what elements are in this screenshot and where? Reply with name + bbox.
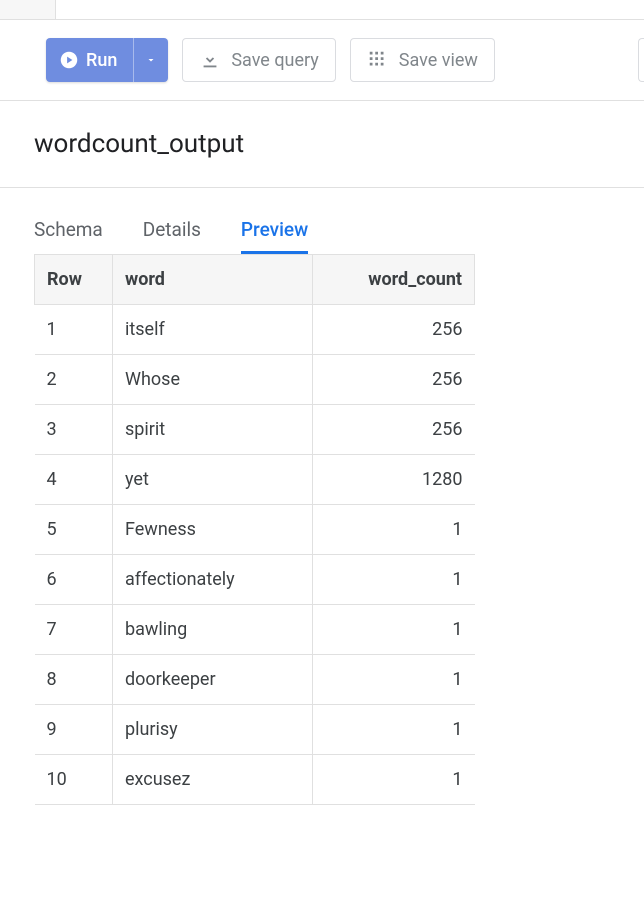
save-query-label: Save query [231, 50, 318, 71]
save-view-label: Save view [399, 50, 478, 71]
table-row: 9plurisy1 [35, 705, 475, 755]
run-dropdown-button[interactable] [134, 38, 168, 82]
cell-rownum: 9 [35, 705, 113, 755]
col-header-row: Row [35, 255, 113, 305]
toolbar-overflow-button[interactable] [638, 38, 644, 82]
cell-word: Whose [113, 355, 313, 405]
table-row: 1itself256 [35, 305, 475, 355]
play-icon [60, 51, 78, 69]
cell-word-count: 1 [313, 705, 475, 755]
result-tabs: Schema Details Preview [0, 188, 644, 254]
tab-preview[interactable]: Preview [241, 218, 308, 254]
grid-icon [367, 49, 389, 71]
table-row: 6affectionately1 [35, 555, 475, 605]
table-row: 3spirit256 [35, 405, 475, 455]
cell-word-count: 1280 [313, 455, 475, 505]
cell-word-count: 256 [313, 305, 475, 355]
cell-word: plurisy [113, 705, 313, 755]
cell-word: spirit [113, 405, 313, 455]
cell-word-count: 1 [313, 505, 475, 555]
toolbar: Run Save query Save view [0, 20, 644, 101]
cell-word: affectionately [113, 555, 313, 605]
cell-rownum: 7 [35, 605, 113, 655]
editor-tab-strip [0, 0, 644, 20]
cell-rownum: 1 [35, 305, 113, 355]
cell-word: yet [113, 455, 313, 505]
table-row: 7bawling1 [35, 605, 475, 655]
col-header-word: word [113, 255, 313, 305]
cell-rownum: 2 [35, 355, 113, 405]
table-row: 5Fewness1 [35, 505, 475, 555]
download-icon [199, 49, 221, 71]
tab-details[interactable]: Details [143, 218, 201, 254]
cell-word-count: 1 [313, 555, 475, 605]
table-row: 8doorkeeper1 [35, 655, 475, 705]
caret-down-icon [145, 54, 157, 66]
cell-rownum: 4 [35, 455, 113, 505]
run-button[interactable]: Run [46, 38, 134, 82]
preview-table: Row word word_count 1itself2562Whose2563… [34, 254, 475, 805]
cell-rownum: 3 [35, 405, 113, 455]
cell-word-count: 256 [313, 405, 475, 455]
cell-rownum: 5 [35, 505, 113, 555]
cell-rownum: 6 [35, 555, 113, 605]
cell-rownum: 10 [35, 755, 113, 805]
page-title: wordcount_output [34, 129, 644, 159]
cell-word: doorkeeper [113, 655, 313, 705]
cell-word-count: 256 [313, 355, 475, 405]
cell-word: Fewness [113, 505, 313, 555]
editor-tab-stub[interactable] [0, 0, 56, 19]
cell-word-count: 1 [313, 755, 475, 805]
run-button-group: Run [46, 38, 168, 82]
col-header-word-count: word_count [313, 255, 475, 305]
cell-word-count: 1 [313, 605, 475, 655]
cell-word-count: 1 [313, 655, 475, 705]
run-button-label: Run [86, 50, 117, 71]
cell-rownum: 8 [35, 655, 113, 705]
cell-word: excusez [113, 755, 313, 805]
tab-schema[interactable]: Schema [34, 218, 103, 254]
cell-word: itself [113, 305, 313, 355]
save-query-button[interactable]: Save query [182, 38, 335, 82]
save-view-button[interactable]: Save view [350, 38, 495, 82]
table-row: 4yet1280 [35, 455, 475, 505]
cell-word: bawling [113, 605, 313, 655]
title-block: wordcount_output [0, 101, 644, 188]
table-row: 2Whose256 [35, 355, 475, 405]
table-row: 10excusez1 [35, 755, 475, 805]
table-header-row: Row word word_count [35, 255, 475, 305]
